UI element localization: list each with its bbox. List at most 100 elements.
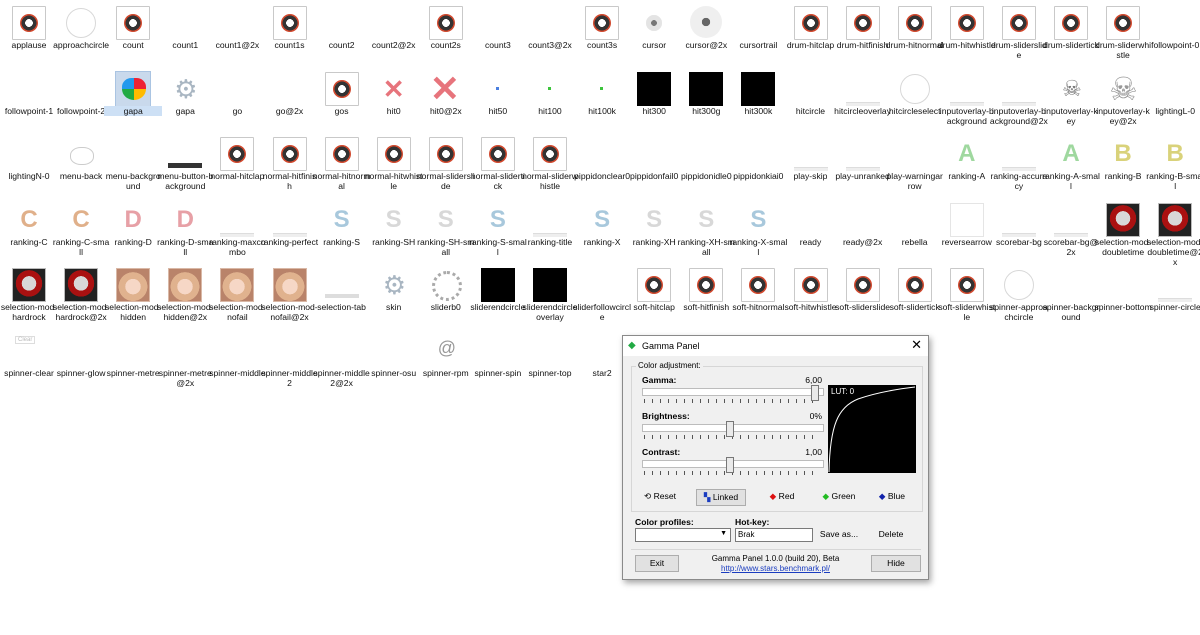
desktop-file-label: ranking-XH (632, 236, 676, 247)
reset-label: Reset (653, 491, 677, 501)
desktop-file-label: count2@2x (371, 40, 416, 50)
desktop-file-label: selection-mod-doubletime (1094, 236, 1152, 257)
blank-file-icon (637, 137, 671, 171)
desktop-file-label: menu-back (59, 171, 103, 181)
blank-file-icon (377, 6, 411, 40)
desktop-file-label: selection-mod-hardrock@2x (52, 302, 110, 323)
blank-file-icon (12, 72, 46, 106)
blank-file-icon (220, 72, 254, 106)
reset-button[interactable]: ⟲ Reset (638, 489, 682, 504)
window-title: Gamma Panel (642, 341, 700, 351)
desktop-file-label: sliderfollowcircle (573, 302, 631, 323)
audio-file-icon (428, 6, 463, 40)
audio-file-icon (793, 6, 828, 40)
green-diamond-icon: ◆ (822, 491, 830, 501)
link-icon: ▚ (703, 492, 711, 502)
audio-file-icon (897, 268, 932, 302)
thinbar-file-icon (324, 268, 359, 302)
desktop-file-label: drum-hitwhistle (937, 40, 996, 50)
audio-file-icon (533, 137, 567, 171)
hitx-file-icon (377, 72, 411, 106)
desktop-file-label: ranking-perfect (260, 236, 319, 247)
blank-file-icon (1158, 72, 1192, 106)
blank-file-icon (1158, 6, 1192, 40)
audio-file-icon (116, 6, 151, 40)
close-icon[interactable]: ✕ (911, 337, 922, 353)
desktop-file-label: spinner-circle (1149, 302, 1200, 312)
audio-file-icon (793, 268, 828, 302)
red-button[interactable]: ◆ Red (762, 489, 802, 504)
gamma-slider[interactable] (642, 388, 824, 396)
desktop-file-label: pippidonfail0 (630, 171, 679, 181)
blue-diamond-icon: ◆ (878, 491, 886, 501)
desktop-file-label: sliderb0 (430, 302, 461, 312)
rank-file-icon (585, 203, 619, 237)
black-file-icon (689, 71, 724, 106)
hotkey-field[interactable]: Brak (735, 528, 813, 542)
thinline-file-icon (1001, 137, 1036, 171)
blank-file-icon (585, 268, 619, 302)
save-as-button[interactable]: Save as... (819, 527, 859, 542)
linked-button[interactable]: ▚ Linked (696, 489, 746, 506)
black-file-icon (480, 268, 515, 302)
desktop-file-label: soft-sliderwhistle (938, 302, 996, 323)
blank-file-icon (273, 334, 307, 368)
face-file-icon (116, 268, 151, 302)
audio-file-icon (949, 6, 984, 40)
desktop-file-label: ranking-B (1104, 171, 1142, 181)
desktop-file-label: go (232, 105, 243, 116)
black-file-icon (637, 71, 672, 106)
blank-file-icon (533, 334, 567, 368)
face-file-icon (168, 268, 203, 302)
blue-button[interactable]: ◆ Blue (872, 489, 912, 504)
desktop-file-label: ranking-title (527, 236, 573, 247)
desktop-file-label: ranking-A-small (1042, 171, 1100, 192)
desktop-file-label: hitcircle (795, 105, 826, 116)
hide-button[interactable]: Hide (871, 555, 921, 572)
audio-file-icon (1001, 6, 1036, 40)
brightness-slider-thumb[interactable] (726, 421, 734, 437)
blank-file-icon (794, 203, 828, 237)
desktop-file-label: selection-tab (317, 302, 366, 312)
gamma-label: Gamma: (642, 375, 677, 385)
desktop-file-label: applause (11, 40, 47, 50)
face-file-icon (220, 268, 255, 302)
mod-file-icon (1106, 202, 1141, 237)
desktop-file-label: spinner-middle (209, 367, 266, 378)
desktop-file-label: count3@2x (528, 40, 572, 50)
gamma-slider-thumb[interactable] (811, 385, 819, 401)
desktop-file-label: spinner-approachcircle (989, 302, 1048, 323)
desktop-file-label: selection-mod-hardrock (0, 302, 58, 323)
website-link[interactable]: http://www.stars.benchmark.pl/ (693, 564, 858, 573)
title-bar[interactable]: ◆ Gamma Panel ✕ (623, 336, 928, 356)
green-button[interactable]: ◆ Green (816, 489, 862, 504)
blank-file-icon (168, 334, 202, 368)
blue-label: Blue (887, 491, 906, 501)
rank-file-icon (64, 203, 98, 237)
thinline-file-icon (845, 137, 880, 171)
desktop-file-label: ranking-S-small (468, 236, 527, 257)
lut-preview: LUT: 0 (828, 385, 916, 473)
desktop-file-label: ranking-X (583, 236, 621, 247)
linked-label: Linked (712, 492, 739, 502)
desktop-file-label: inputoverlay-key (1044, 105, 1098, 126)
desktop-file-label: soft-sliderslide (835, 302, 891, 312)
refresh-icon: ⟲ (643, 491, 652, 501)
exit-button[interactable]: Exit (635, 555, 679, 572)
cursorbig-file-icon (689, 6, 723, 40)
color-profiles-select[interactable]: ▼ (635, 528, 731, 542)
desktop-file-label: scorebar-bg (995, 236, 1042, 247)
audio-file-icon (689, 268, 724, 302)
contrast-slider-thumb[interactable] (726, 457, 734, 473)
desktop-file-label: rebella (901, 236, 928, 247)
butterfly-file-icon (115, 70, 152, 107)
desktop-file-label: spinner-clear (4, 367, 54, 378)
desktop-file-label: selection-mod-nofail (209, 302, 266, 323)
color-profiles-label: Color profiles: (635, 517, 694, 527)
gamma-value: 6,00 (805, 375, 822, 385)
desktop-file-label: hitcircleoverlay (834, 105, 892, 116)
rank-file-icon (481, 203, 515, 237)
gamma-curve (828, 386, 916, 473)
desktop-file-label: menu-button-background (157, 171, 214, 192)
delete-button[interactable]: Delete (873, 527, 909, 542)
